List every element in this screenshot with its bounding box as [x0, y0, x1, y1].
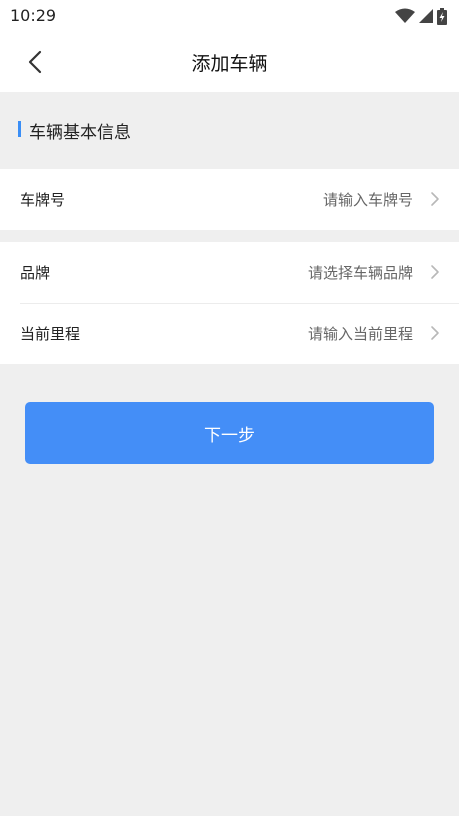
signal-icon	[419, 9, 433, 23]
chevron-right-icon	[431, 326, 439, 340]
plate-number-input[interactable]: 请输入车牌号	[323, 189, 413, 210]
field-row-mileage[interactable]: 当前里程 请输入当前里程	[0, 303, 459, 364]
battery-icon	[437, 7, 447, 25]
field-label: 品牌	[20, 264, 51, 282]
section-title: 车辆基本信息	[29, 123, 131, 143]
plate-card: 车牌号 请输入车牌号	[0, 169, 459, 230]
chevron-right-icon	[431, 192, 439, 206]
section-accent-bar	[18, 121, 21, 137]
next-step-button[interactable]: 下一步	[25, 402, 434, 464]
chevron-right-icon	[431, 265, 439, 279]
details-card: 品牌 请选择车辆品牌 当前里程 请输入当前里程	[0, 242, 459, 364]
page-title: 添加车辆	[191, 53, 268, 75]
wifi-icon	[395, 8, 415, 23]
field-label: 车牌号	[20, 191, 66, 209]
field-row-brand[interactable]: 品牌 请选择车辆品牌	[0, 242, 459, 303]
status-time: 10:29	[10, 6, 57, 25]
mileage-input[interactable]: 请输入当前里程	[308, 323, 413, 344]
nav-bar: 添加车辆	[0, 32, 459, 92]
status-bar: 10:29	[0, 0, 459, 32]
status-icons	[395, 7, 447, 25]
field-label: 当前里程	[20, 325, 81, 343]
field-row-plate-number[interactable]: 车牌号 请输入车牌号	[0, 169, 459, 230]
brand-select[interactable]: 请选择车辆品牌	[308, 262, 413, 283]
section-header: 车辆基本信息	[0, 92, 459, 168]
